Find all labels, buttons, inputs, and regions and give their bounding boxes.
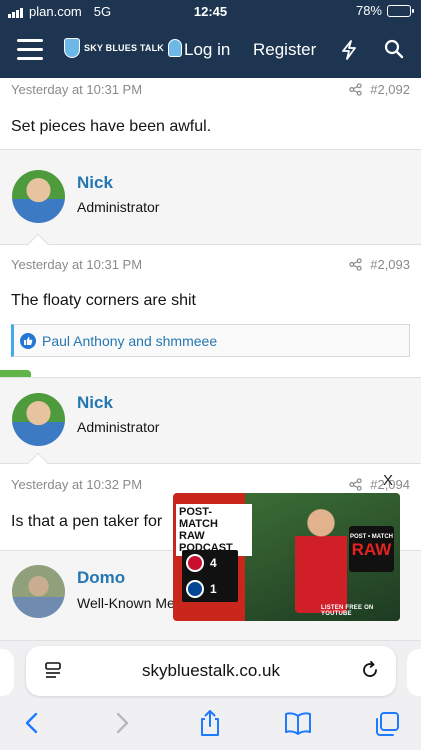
forward-icon[interactable] — [114, 711, 130, 740]
ad-logo: POST • MATCH RAW — [349, 526, 394, 572]
avatar[interactable] — [12, 393, 65, 446]
ad-title-line1: POST-MATCH — [179, 506, 218, 530]
post-number[interactable]: #2,093 — [349, 257, 410, 272]
post-number[interactable]: #2,092 — [349, 82, 410, 97]
site-name: SKY BLUES TALK — [84, 43, 164, 53]
post-number-label: #2,092 — [370, 82, 410, 97]
browser-address-area: skybluestalk.co.uk — [0, 641, 421, 699]
user-block-pointer — [26, 233, 50, 257]
score-row-home: 4 — [182, 550, 238, 576]
post-body: Is that a pen taker for — [11, 513, 163, 530]
username[interactable]: Nick — [77, 393, 113, 413]
user-title: Administrator — [77, 419, 160, 435]
reactions-text[interactable]: Paul Anthony and shmmeee — [42, 333, 217, 349]
address-bar[interactable]: skybluestalk.co.uk — [26, 646, 396, 696]
username[interactable]: Domo — [77, 568, 125, 588]
score-away: 1 — [210, 582, 217, 596]
post-body: The floaty corners are shit — [11, 292, 196, 309]
ad-scoreboard: 4 1 — [182, 550, 238, 602]
ad-title: POST-MATCH RAW PODCAST — [176, 504, 252, 556]
avatar[interactable] — [12, 565, 65, 618]
ad-youtube-text: LISTEN FREE ON YOUTUBE — [321, 605, 374, 617]
post-user-block: Nick Administrator — [0, 377, 421, 476]
site-logo[interactable]: SKY BLUES TALK — [64, 38, 182, 58]
post-number[interactable]: #2,094 — [349, 477, 410, 492]
reactions-bar[interactable]: Paul Anthony and shmmeee — [11, 324, 410, 357]
user-title: Well-Known Me — [77, 595, 175, 611]
browser-toolbar — [0, 699, 421, 750]
user-block-pointer — [26, 452, 50, 476]
post-user-block: Nick Administrator — [0, 149, 421, 257]
chelsea-crest-icon — [186, 580, 204, 598]
status-bar: plan.com 5G 12:45 78% — [0, 0, 421, 24]
like-icon — [20, 332, 36, 349]
tabs-icon[interactable] — [374, 711, 400, 742]
url-text[interactable]: skybluestalk.co.uk — [26, 661, 396, 681]
previous-tab-peek[interactable] — [0, 649, 14, 696]
bookmarks-icon[interactable] — [284, 711, 312, 740]
score-row-away: 1 — [182, 576, 238, 602]
share-icon[interactable] — [349, 478, 362, 491]
post-body: Set pieces have been awful. — [11, 118, 212, 135]
post-timestamp[interactable]: Yesterday at 10:32 PM — [11, 477, 142, 492]
share-icon[interactable] — [349, 258, 362, 271]
post-number-label: #2,093 — [370, 257, 410, 272]
back-icon[interactable] — [24, 711, 40, 740]
share-sheet-icon[interactable] — [198, 709, 222, 742]
search-icon[interactable] — [384, 39, 404, 64]
reload-icon[interactable] — [360, 660, 380, 685]
video-ad[interactable]: POST-MATCH RAW PODCAST 4 1 POST • MATCH … — [173, 493, 400, 621]
username[interactable]: Nick — [77, 173, 113, 193]
score-home: 4 — [210, 556, 217, 570]
post-timestamp[interactable]: Yesterday at 10:31 PM — [11, 82, 142, 97]
ad-logo-main: RAW — [351, 540, 392, 559]
user-title: Administrator — [77, 199, 160, 215]
share-icon[interactable] — [349, 83, 362, 96]
status-right: 78% — [355, 3, 414, 18]
login-link[interactable]: Log in — [184, 40, 230, 60]
post-timestamp[interactable]: Yesterday at 10:31 PM — [11, 257, 142, 272]
ad-player-image — [295, 503, 347, 613]
club-crest-icon — [64, 38, 80, 58]
register-link[interactable]: Register — [253, 40, 316, 60]
avatar[interactable] — [12, 170, 65, 223]
site-header: SKY BLUES TALK Log in Register — [0, 24, 421, 78]
liverpool-crest-icon — [186, 554, 204, 572]
menu-icon[interactable] — [17, 39, 43, 61]
battery-percent: 78% — [355, 3, 382, 18]
ad-close-button[interactable]: X — [383, 472, 393, 489]
battery-icon — [387, 4, 414, 17]
mascot-icon — [167, 39, 182, 57]
next-tab-peek[interactable] — [407, 649, 421, 696]
whats-new-icon[interactable] — [341, 40, 357, 65]
